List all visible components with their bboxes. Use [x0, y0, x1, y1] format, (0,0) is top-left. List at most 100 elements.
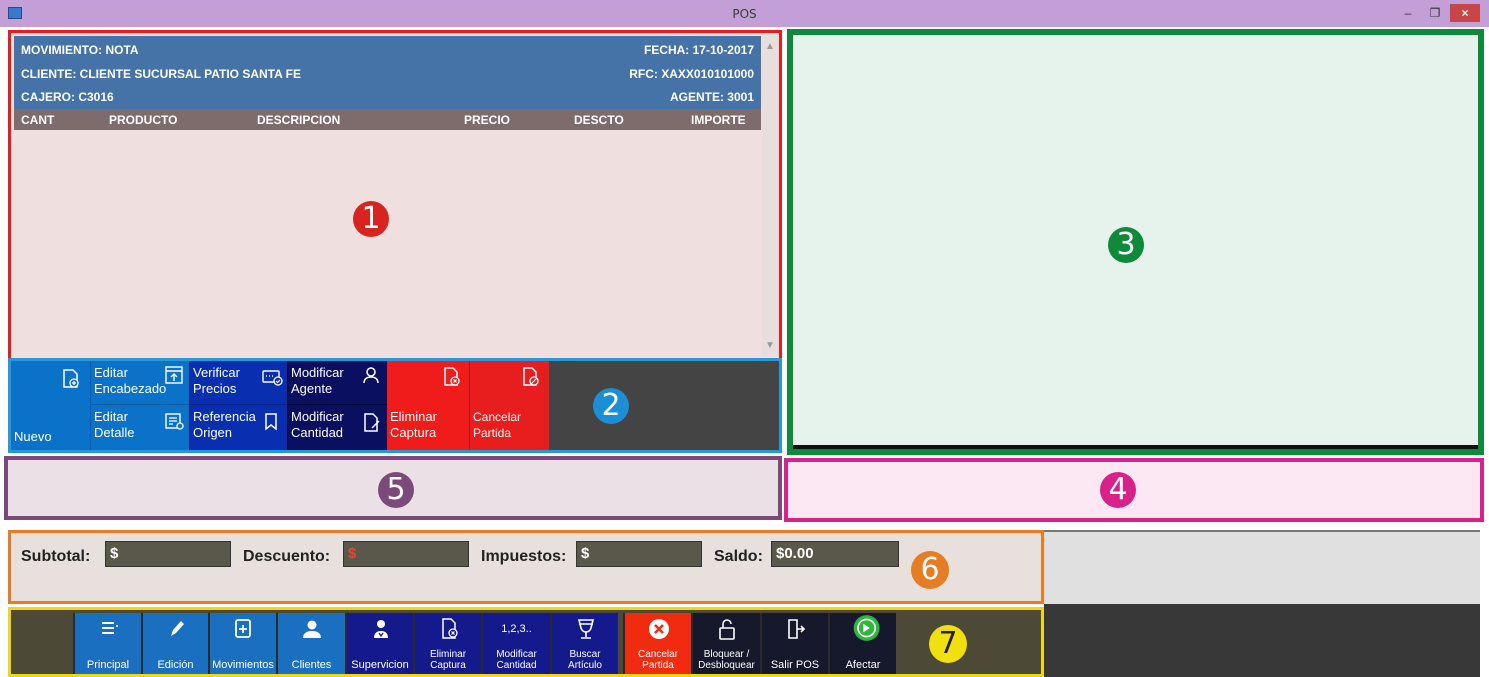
document-header: MOVIMIENTO: NOTA FECHA: 17-10-2017 CLIEN… — [14, 36, 761, 109]
saldo-field: $0.00 — [771, 541, 899, 567]
delete-document-icon — [442, 618, 458, 639]
exit-door-icon — [788, 619, 806, 639]
modificar-agente-line1: Modificar — [291, 365, 344, 380]
buscar-articulo-button[interactable]: Buscar Artículo — [550, 613, 618, 674]
modificar-agente-line2: Agente — [291, 381, 333, 396]
cancelar-partida-line1: Cancelar — [473, 410, 522, 424]
unlock-icon — [719, 619, 735, 640]
fecha-label: FECHA: 17-10-2017 — [643, 43, 754, 57]
bloquear-line2: Desbloquear — [698, 660, 755, 671]
modificar-cantidad-line2: Cantidad — [291, 425, 344, 440]
edicion-label: Edición — [157, 659, 194, 671]
supervicion-button[interactable]: Supervicion — [345, 613, 413, 674]
cancel-document-icon — [523, 367, 539, 386]
eliminar-captura-button[interactable]: Eliminar Captura — [387, 361, 469, 450]
number-sequence-icon: 1,2,3.. — [501, 623, 532, 635]
region-badge-7: 7 — [929, 625, 967, 663]
supervisor-icon — [374, 620, 388, 638]
subtotal-label: Subtotal: — [21, 548, 91, 565]
action-panel: Nuevo Editar Encabezado Editar Detalle Ver… — [8, 358, 782, 453]
modificar-cantidad-tb-line1: Modificar — [496, 649, 537, 660]
scroll-down-icon[interactable]: ▼ — [765, 340, 775, 351]
editar-encabezado-button[interactable]: Editar Encabezado — [90, 361, 189, 405]
nuevo-label: Nuevo — [14, 429, 52, 444]
editar-encabezado-line1: Editar — [94, 365, 128, 380]
input-panel[interactable]: 5 — [4, 456, 782, 520]
verificar-precios-line2: Precios — [193, 381, 237, 396]
add-document-icon — [235, 619, 251, 638]
edit-document-icon — [364, 413, 380, 432]
menu-icon — [102, 622, 118, 634]
edicion-button[interactable]: Edición — [141, 613, 208, 674]
referencia-origen-button[interactable]: Referencia Origen — [189, 405, 287, 450]
referencia-origen-line2: Origen — [193, 425, 233, 440]
minimize-button[interactable]: – — [1396, 4, 1420, 22]
editar-detalle-line1: Editar — [94, 409, 128, 424]
editar-detalle-button[interactable]: Editar Detalle — [90, 405, 189, 450]
scroll-up-icon[interactable]: ▲ — [765, 41, 775, 52]
title-bar: POS – ❐ × — [0, 0, 1489, 27]
table-header: CANT PRODUCTO DESCRIPCION PRECIO DESCTO … — [14, 109, 761, 130]
client-icon — [303, 620, 321, 638]
subtotal-field: $ — [105, 541, 231, 567]
col-precio: PRECIO — [464, 113, 511, 127]
modificar-agente-button[interactable]: Modificar Agente — [287, 361, 387, 405]
region-badge-3: 3 — [1108, 227, 1144, 263]
modificar-cantidad-toolbar-button[interactable]: 1,2,3.. Modificar Cantidad — [481, 613, 550, 674]
col-descripcion: DESCRIPCION — [257, 113, 341, 127]
region-badge-5: 5 — [378, 472, 414, 508]
impuestos-field: $ — [576, 541, 702, 567]
movimientos-button[interactable]: Movimientos — [208, 613, 276, 674]
eliminar-captura-tb-line1: Eliminar — [429, 649, 467, 660]
referencia-origen-line1: Referencia — [193, 409, 256, 424]
region-badge-2: 2 — [593, 388, 629, 424]
eliminar-captura-line2: Captura — [390, 425, 437, 440]
cancelar-partida-button[interactable]: Cancelar Partida — [469, 361, 549, 450]
cancel-circle-icon — [649, 619, 669, 639]
bloquear-button[interactable]: Bloquear / Desbloquear — [691, 613, 760, 674]
impuestos-label: Impuestos: — [481, 548, 567, 565]
col-importe: IMPORTE — [691, 113, 746, 127]
document-panel: MOVIMIENTO: NOTA FECHA: 17-10-2017 CLIEN… — [8, 30, 782, 361]
col-cant: CANT — [21, 113, 55, 127]
play-circle-icon — [853, 615, 880, 641]
delete-document-icon — [444, 367, 460, 386]
region-badge-6: 6 — [911, 551, 949, 589]
pos-window: POS – ❐ × MOVIMIENTO: NOTA FECHA: 17-10-… — [0, 0, 1489, 677]
message-panel: 4 — [784, 458, 1484, 522]
price-check-icon — [262, 370, 283, 386]
bookmark-icon — [265, 413, 277, 431]
region-badge-4: 4 — [1100, 472, 1136, 508]
editar-detalle-line2: Detalle — [94, 425, 135, 440]
principal-button[interactable]: Principal — [73, 613, 141, 674]
product-display-panel: 3 — [787, 29, 1484, 455]
verificar-precios-line1: Verificar — [193, 365, 240, 380]
cancelar-partida-tb-line1: Cancelar — [637, 649, 679, 660]
close-button[interactable]: × — [1450, 4, 1480, 22]
modificar-cantidad-button[interactable]: Modificar Cantidad — [287, 405, 387, 450]
modificar-cantidad-line1: Modificar — [291, 409, 344, 424]
cancelar-partida-line2: Partida — [473, 426, 512, 440]
afectar-button[interactable]: Afectar — [828, 613, 896, 674]
eliminar-captura-line1: Eliminar — [390, 409, 437, 424]
col-producto: PRODUCTO — [109, 113, 178, 127]
nuevo-button[interactable]: Nuevo — [11, 361, 90, 450]
salir-pos-button[interactable]: Salir POS — [760, 613, 828, 674]
detail-search-icon — [165, 413, 184, 430]
clientes-label: Clientes — [291, 659, 332, 671]
vertical-scrollbar[interactable]: ▲ ▼ — [762, 36, 779, 356]
modificar-cantidad-tb-line2: Cantidad — [496, 660, 537, 671]
principal-label: Principal — [86, 659, 130, 671]
saldo-label: Saldo: — [714, 548, 763, 565]
restore-button[interactable]: ❐ — [1423, 4, 1447, 22]
cancelar-partida-toolbar-button[interactable]: Cancelar Partida — [623, 613, 691, 674]
rfc-label: RFC: XAXX010101000 — [629, 67, 754, 81]
col-descto: DESCTO — [574, 113, 624, 127]
verificar-precios-button[interactable]: Verificar Precios — [189, 361, 287, 405]
cliente-label: CLIENTE: CLIENTE SUCURSAL PATIO SANTA FE — [21, 67, 302, 81]
clientes-button[interactable]: Clientes — [276, 613, 345, 674]
cajero-label: CAJERO: C3016 — [21, 90, 114, 104]
upload-form-icon — [165, 366, 183, 384]
salir-pos-label: Salir POS — [770, 659, 820, 671]
eliminar-captura-toolbar-button[interactable]: Eliminar Captura — [413, 613, 481, 674]
